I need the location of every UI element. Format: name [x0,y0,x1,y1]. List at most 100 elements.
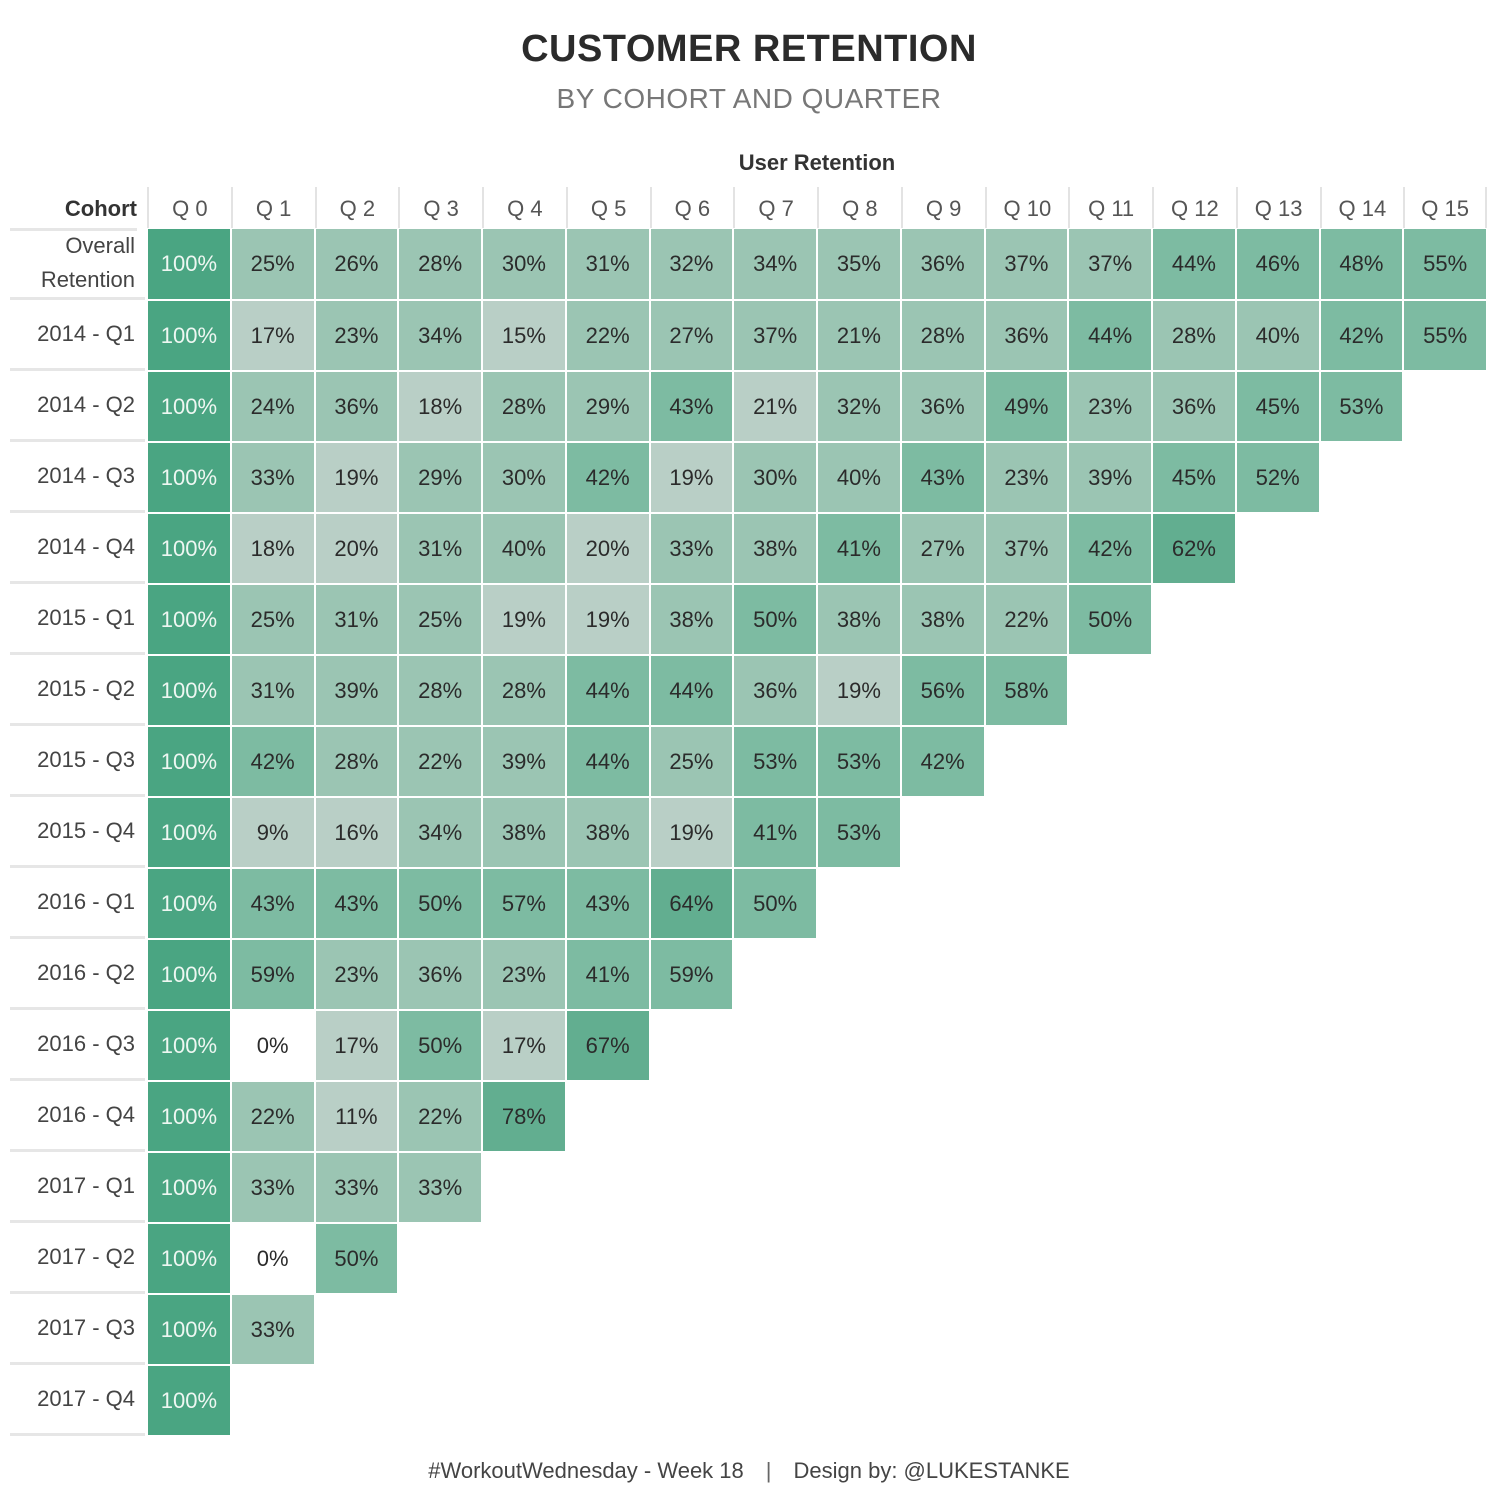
heatmap-cell[interactable]: 39% [483,727,565,796]
heatmap-cell[interactable]: 20% [315,514,398,583]
heatmap-cell[interactable]: 19% [483,585,565,654]
heatmap-cell[interactable]: 44% [566,656,649,725]
heatmap-cell[interactable]: 52% [1236,443,1319,512]
heatmap-cell[interactable]: 64% [650,869,733,938]
heatmap-cell[interactable]: 41% [566,940,649,1009]
heatmap-cell[interactable]: 43% [566,869,649,938]
heatmap-cell[interactable]: 23% [985,443,1068,512]
heatmap-cell[interactable]: 37% [985,229,1068,299]
heatmap-cell[interactable]: 44% [1153,229,1235,299]
heatmap-cell[interactable]: 22% [566,301,649,370]
heatmap-cell[interactable]: 34% [399,798,481,867]
heatmap-cell[interactable]: 19% [650,798,733,867]
heatmap-cell[interactable]: 42% [1069,514,1151,583]
heatmap-cell[interactable]: 30% [734,443,816,512]
heatmap-cell[interactable]: 34% [734,229,816,299]
heatmap-cell[interactable]: 35% [818,229,900,299]
heatmap-cell[interactable]: 43% [901,443,984,512]
heatmap-cell[interactable]: 22% [985,585,1068,654]
heatmap-cell[interactable]: 78% [483,1082,565,1151]
heatmap-cell[interactable]: 23% [483,940,565,1009]
heatmap-cell[interactable]: 100% [148,1295,230,1364]
heatmap-cell[interactable]: 100% [148,869,230,938]
heatmap-cell[interactable]: 18% [231,514,314,583]
heatmap-cell[interactable]: 17% [231,301,314,370]
heatmap-cell[interactable]: 53% [818,798,900,867]
heatmap-cell[interactable]: 43% [231,869,314,938]
heatmap-cell[interactable]: 100% [148,1224,230,1293]
heatmap-cell[interactable]: 44% [566,727,649,796]
heatmap-cell[interactable]: 36% [901,372,984,441]
heatmap-cell[interactable]: 62% [1153,514,1235,583]
heatmap-cell[interactable]: 18% [399,372,481,441]
heatmap-cell[interactable]: 42% [1320,301,1403,370]
heatmap-cell[interactable]: 33% [650,514,733,583]
heatmap-cell[interactable]: 59% [231,940,314,1009]
heatmap-cell[interactable]: 34% [399,301,481,370]
heatmap-cell[interactable]: 38% [734,514,816,583]
heatmap-cell[interactable]: 19% [818,656,900,725]
heatmap-cell[interactable]: 28% [399,656,481,725]
heatmap-cell[interactable]: 32% [818,372,900,441]
heatmap-cell[interactable]: 25% [231,229,314,299]
heatmap-cell[interactable]: 9% [231,798,314,867]
heatmap-cell[interactable]: 22% [399,727,481,796]
heatmap-cell[interactable]: 50% [734,869,816,938]
heatmap-cell[interactable]: 20% [566,514,649,583]
heatmap-cell[interactable]: 41% [818,514,900,583]
heatmap-cell[interactable]: 56% [901,656,984,725]
heatmap-cell[interactable]: 15% [483,301,565,370]
heatmap-cell[interactable]: 45% [1153,443,1235,512]
heatmap-cell[interactable]: 36% [734,656,816,725]
heatmap-cell[interactable]: 17% [483,1011,565,1080]
heatmap-cell[interactable]: 0% [231,1011,314,1080]
heatmap-cell[interactable]: 28% [483,656,565,725]
heatmap-cell[interactable]: 100% [148,1082,230,1151]
heatmap-cell[interactable]: 100% [148,940,230,1009]
heatmap-cell[interactable]: 53% [1320,372,1403,441]
heatmap-cell[interactable]: 100% [148,514,230,583]
heatmap-cell[interactable]: 28% [1153,301,1235,370]
heatmap-cell[interactable]: 11% [315,1082,398,1151]
heatmap-cell[interactable]: 37% [1069,229,1151,299]
heatmap-cell[interactable]: 39% [1069,443,1151,512]
heatmap-cell[interactable]: 38% [483,798,565,867]
heatmap-cell[interactable]: 100% [148,727,230,796]
heatmap-cell[interactable]: 53% [818,727,900,796]
heatmap-cell[interactable]: 36% [399,940,481,1009]
heatmap-cell[interactable]: 36% [901,229,984,299]
heatmap-cell[interactable]: 40% [1236,301,1319,370]
heatmap-cell[interactable]: 25% [650,727,733,796]
heatmap-cell[interactable]: 29% [566,372,649,441]
heatmap-cell[interactable]: 49% [985,372,1068,441]
heatmap-cell[interactable]: 42% [901,727,984,796]
heatmap-cell[interactable]: 40% [483,514,565,583]
heatmap-cell[interactable]: 38% [901,585,984,654]
heatmap-cell[interactable]: 0% [231,1224,314,1293]
heatmap-cell[interactable]: 28% [315,727,398,796]
heatmap-cell[interactable]: 100% [148,656,230,725]
heatmap-cell[interactable]: 30% [483,229,565,299]
heatmap-cell[interactable]: 37% [985,514,1068,583]
heatmap-cell[interactable]: 50% [734,585,816,654]
heatmap-cell[interactable]: 40% [818,443,900,512]
heatmap-cell[interactable]: 22% [399,1082,481,1151]
heatmap-cell[interactable]: 37% [734,301,816,370]
heatmap-cell[interactable]: 67% [566,1011,649,1080]
heatmap-cell[interactable]: 38% [650,585,733,654]
heatmap-cell[interactable]: 21% [818,301,900,370]
heatmap-cell[interactable]: 17% [315,1011,398,1080]
heatmap-cell[interactable]: 100% [148,585,230,654]
heatmap-cell[interactable]: 100% [148,1366,230,1435]
heatmap-cell[interactable]: 36% [315,372,398,441]
heatmap-cell[interactable]: 31% [315,585,398,654]
heatmap-cell[interactable]: 50% [399,869,481,938]
heatmap-cell[interactable]: 27% [901,514,984,583]
heatmap-cell[interactable]: 32% [650,229,733,299]
heatmap-cell[interactable]: 43% [650,372,733,441]
heatmap-cell[interactable]: 100% [148,798,230,867]
heatmap-cell[interactable]: 42% [566,443,649,512]
heatmap-cell[interactable]: 46% [1236,229,1319,299]
heatmap-cell[interactable]: 50% [1069,585,1151,654]
heatmap-cell[interactable]: 33% [231,1295,314,1364]
